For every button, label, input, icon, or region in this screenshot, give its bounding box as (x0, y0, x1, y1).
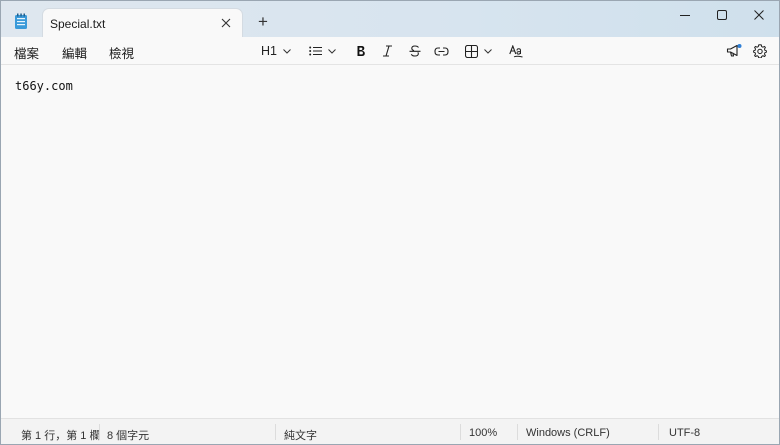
editor-content[interactable]: t66y.com (15, 79, 73, 93)
link-button[interactable] (434, 41, 449, 61)
tab-close-icon[interactable] (218, 15, 234, 31)
menu-bar: 檔案 編輯 檢視 H1 (1, 37, 779, 65)
bold-button[interactable] (356, 41, 366, 61)
character-count: 8 個字元 (107, 430, 150, 442)
notification-dot (737, 44, 742, 48)
italic-icon (383, 45, 392, 57)
maximize-button[interactable] (704, 1, 740, 29)
menu-edit[interactable]: 編輯 (62, 43, 87, 62)
status-divider (658, 424, 659, 440)
notepad-app-icon (14, 13, 28, 30)
italic-button[interactable] (382, 41, 393, 61)
strikethrough-icon (409, 45, 421, 57)
gear-icon (753, 44, 767, 58)
status-divider (99, 424, 100, 440)
encoding[interactable]: UTF-8 (669, 427, 700, 439)
copilot-button[interactable] (726, 41, 742, 61)
notepad-window: Special.txt + 檔案 編輯 檢視 H1 t66y.com 第 1 行… (0, 0, 780, 445)
table-dropdown[interactable] (465, 41, 492, 61)
zoom-level[interactable]: 100% (469, 427, 497, 439)
minimize-icon (680, 15, 690, 16)
settings-button[interactable] (753, 41, 767, 61)
chevron-down-icon (283, 48, 291, 54)
chevron-down-icon (484, 48, 492, 54)
new-tab-button[interactable]: + (255, 13, 271, 30)
status-divider (517, 424, 518, 440)
text-format[interactable]: 純文字 (284, 427, 317, 443)
menu-view[interactable]: 檢視 (109, 43, 134, 62)
tab-title: Special.txt (50, 17, 106, 31)
heading-dropdown[interactable]: H1 (261, 41, 291, 61)
cursor-position: 第 1 行，第 1 欄 (21, 430, 101, 442)
maximize-icon (717, 10, 727, 20)
bulleted-list-icon (309, 46, 322, 56)
minimize-button[interactable] (667, 1, 703, 29)
window-close-button[interactable] (741, 1, 777, 29)
menu-file[interactable]: 檔案 (14, 43, 39, 62)
heading-label: H1 (261, 44, 277, 58)
strikethrough-button[interactable] (409, 41, 421, 61)
title-bar: Special.txt + (1, 1, 779, 37)
document-tab[interactable]: Special.txt (42, 8, 243, 37)
spellcheck-button[interactable] (509, 41, 523, 61)
chevron-down-icon (328, 48, 336, 54)
link-icon (434, 46, 449, 56)
status-divider (275, 424, 276, 440)
status-bar: 第 1 行，第 1 欄 8 個字元 純文字 100% Windows (CRLF… (1, 418, 779, 444)
spellcheck-icon (509, 44, 523, 57)
status-divider (460, 424, 461, 440)
close-icon (754, 10, 764, 20)
line-ending[interactable]: Windows (CRLF) (526, 427, 610, 439)
bold-icon (357, 46, 365, 56)
text-editor[interactable]: t66y.com (1, 66, 779, 417)
list-dropdown[interactable] (309, 41, 336, 61)
table-icon (465, 44, 478, 58)
megaphone-icon (726, 44, 742, 57)
